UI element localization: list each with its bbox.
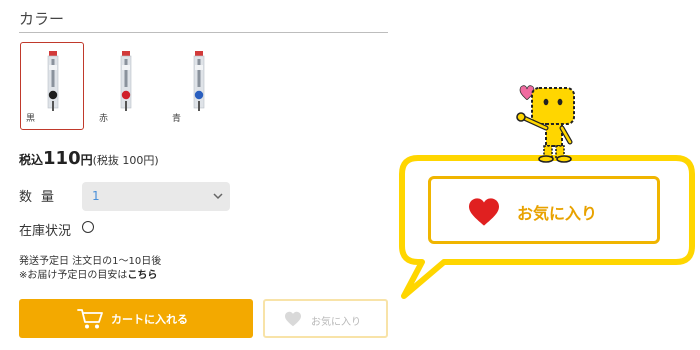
color-option-red[interactable]: 赤 [93, 42, 157, 130]
pen-refill-black-image [47, 51, 59, 111]
callout-favorite-label: お気に入り [517, 204, 598, 223]
color-heading: カラー [19, 10, 65, 28]
delivery-note: ※お届け予定日の目安はこちら [19, 266, 157, 281]
delivery-info-link[interactable]: こちら [127, 270, 157, 281]
price-amount: 110 [43, 148, 81, 169]
chevron-down-icon [213, 193, 223, 200]
add-to-favorites-label: お気に入り [311, 317, 361, 328]
pen-refill-red-image [120, 51, 132, 111]
price-yen: 円 [80, 153, 93, 167]
price: 税込110円(税抜 100円) [19, 148, 159, 169]
pen-refill-blue-image [193, 51, 205, 111]
heart-icon [285, 311, 301, 327]
color-option-label: 赤 [99, 114, 109, 124]
quantity-label: 数量 [19, 190, 64, 205]
add-to-cart-label: カートに入れる [111, 313, 188, 326]
heart-icon [469, 198, 499, 226]
color-option-label: 青 [172, 114, 182, 124]
add-to-favorites-button[interactable]: お気に入り [263, 299, 388, 338]
price-tax-included-label: 税込 [19, 153, 44, 167]
price-tax-excluded: (税抜 100円) [92, 154, 159, 167]
quantity-select[interactable]: 1 [82, 182, 230, 211]
color-option-black[interactable]: 黒 [20, 42, 84, 130]
heading-divider [19, 32, 388, 33]
color-option-blue[interactable]: 青 [166, 42, 230, 130]
stock-available-icon [82, 221, 94, 233]
quantity-value: 1 [92, 189, 100, 203]
stock-label: 在庫状況 [19, 224, 72, 239]
color-option-label: 黒 [26, 114, 36, 124]
callout-favorite-button: お気に入り [428, 176, 660, 244]
delivery-note-text: ※お届け予定日の目安は [19, 270, 128, 281]
add-to-cart-button[interactable]: カートに入れる [19, 299, 253, 338]
shipping-estimate: 発送予定日 注文日の1〜10日後 [19, 256, 162, 267]
cart-icon [77, 309, 103, 329]
mascot-character [516, 85, 575, 163]
